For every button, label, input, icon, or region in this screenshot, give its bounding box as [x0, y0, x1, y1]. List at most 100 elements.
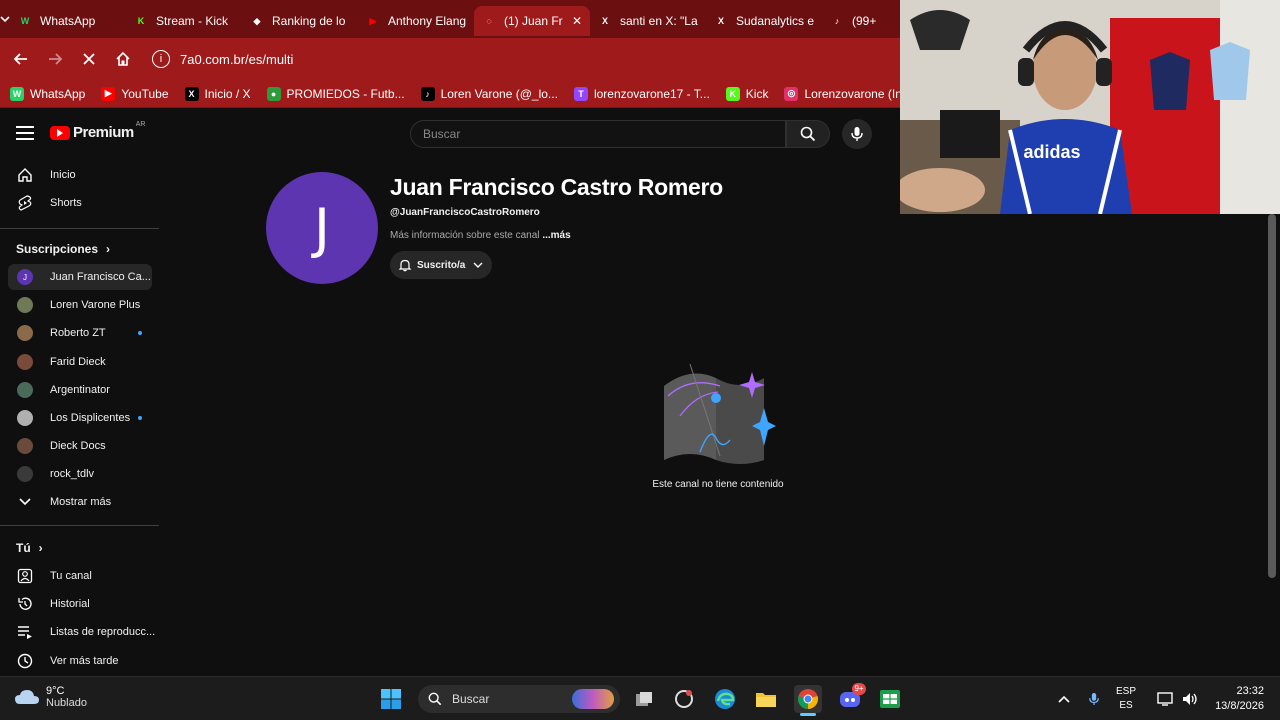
- volume-button[interactable]: [1176, 685, 1204, 713]
- channel-info-text: Más información sobre este canal: [390, 230, 540, 241]
- sidebar-item[interactable]: Inicio: [8, 162, 152, 188]
- menu-icon[interactable]: [16, 126, 34, 140]
- whatsapp-icon: W: [10, 86, 24, 101]
- you-header[interactable]: Tú ›: [16, 541, 43, 555]
- shorts-icon: [16, 194, 34, 212]
- sidebar-divider: [0, 228, 159, 229]
- back-button[interactable]: [4, 42, 38, 76]
- address-bar[interactable]: i 7a0.com.br/es/multi: [146, 43, 894, 75]
- home-button[interactable]: [106, 42, 140, 76]
- voice-search-button[interactable]: [842, 119, 872, 149]
- browser-tab[interactable]: X Sudanalytics e: [706, 6, 822, 36]
- new-content-dot: [138, 331, 142, 336]
- bookmark-label: YouTube: [121, 86, 169, 101]
- browser-tab[interactable]: ▶ Anthony Elang: [358, 6, 474, 36]
- bookmark-item[interactable]: W WhatsApp: [10, 86, 85, 101]
- active-app-indicator: [800, 713, 816, 716]
- sidebar-item[interactable]: rock_tdlv: [8, 461, 152, 487]
- subscriptions-label: Suscripciones: [16, 242, 99, 256]
- subscribed-button[interactable]: Suscrito/a: [390, 251, 492, 279]
- browser-tab[interactable]: K Stream - Kick: [126, 6, 242, 36]
- sidebar-item[interactable]: Ver más tarde: [8, 648, 152, 674]
- sidebar-item-label: Farid Dieck: [50, 355, 106, 368]
- sidebar-item[interactable]: Shorts: [8, 190, 152, 216]
- browser-tab[interactable]: Xsanti en X: "La: [590, 6, 706, 36]
- tab-title: Sudanalytics e: [736, 14, 814, 28]
- sidebar-item[interactable]: Loren Varone Plus: [8, 292, 152, 318]
- discord-notification-badge: 9+: [852, 683, 866, 695]
- tab-title: (1) Juan Fr: [504, 14, 563, 28]
- browser-tab[interactable]: W WhatsApp: [10, 6, 126, 36]
- browser-tab[interactable]: ◆ Ranking de lo: [242, 6, 358, 36]
- bookmark-item[interactable]: X Inicio / X: [184, 86, 251, 101]
- discord-button[interactable]: 9+: [836, 683, 866, 713]
- language-indicator[interactable]: ESP ES: [1116, 685, 1136, 713]
- app-snipping-button[interactable]: [670, 685, 698, 713]
- close-tab-icon[interactable]: ✕: [572, 14, 582, 28]
- sidebar-item-label: Listas de reproducc...: [50, 626, 156, 639]
- sidebar-item[interactable]: Argentinator: [8, 377, 152, 403]
- taskbar-search-label: Buscar: [452, 692, 490, 706]
- channel-avatar-icon: [16, 465, 34, 483]
- search-highlight-icon: [572, 689, 614, 709]
- tab-title: santi en X: "La: [620, 14, 698, 28]
- search-icon: [800, 126, 816, 142]
- youtube-sidebar: Inicio Shorts Suscripciones › J Juan Francisc…: [0, 160, 160, 676]
- sidebar-item[interactable]: Mostrar más: [8, 489, 152, 515]
- kick-icon: K: [725, 86, 740, 101]
- sidebar-item-label: Juan Francisco Ca...: [50, 271, 151, 283]
- channel-avatar-icon: [16, 296, 34, 314]
- file-explorer-button[interactable]: [752, 685, 780, 713]
- clock[interactable]: 23:32 13/8/2026: [1206, 684, 1264, 714]
- taskbar-search[interactable]: Buscar: [418, 685, 620, 713]
- microphone-status-button[interactable]: [1080, 685, 1108, 713]
- show-hidden-icons-button[interactable]: [1050, 685, 1078, 713]
- youtube-premium-logo[interactable]: Premium AR: [50, 121, 145, 141]
- channel-more-link[interactable]: ...más: [542, 230, 570, 241]
- site-info-icon[interactable]: i: [152, 50, 170, 68]
- weather-widget[interactable]: 9°C Nublado: [14, 685, 87, 709]
- channel-info[interactable]: Más información sobre este canal ...más: [390, 230, 571, 241]
- bookmark-item[interactable]: K Kick: [725, 86, 768, 101]
- bookmark-item[interactable]: ♪ Loren Varone (@_lo...: [420, 86, 558, 101]
- bell-icon: [398, 259, 412, 272]
- bookmark-item[interactable]: Tlorenzovarone17 - T...: [573, 86, 710, 101]
- sidebar-item[interactable]: Roberto ZT: [8, 320, 152, 346]
- sidebar-item[interactable]: Dieck Docs: [8, 433, 152, 459]
- chrome-button[interactable]: [794, 685, 822, 716]
- chrome-icon: [798, 689, 818, 709]
- sidebar-item[interactable]: Los Displicentes: [8, 405, 152, 431]
- bookmark-item[interactable]: ▶ YouTube: [101, 86, 169, 101]
- subscriptions-header[interactable]: Suscripciones ›: [16, 242, 110, 256]
- chevron-down-icon: [16, 493, 34, 511]
- tab-search-chevron-icon[interactable]: [0, 0, 10, 38]
- tab-title: Anthony Elang: [388, 14, 466, 28]
- search-icon: [428, 692, 442, 706]
- bookmark-item[interactable]: ● PROMIEDOS - Futb...: [266, 86, 405, 101]
- excel-button[interactable]: [876, 685, 904, 713]
- stop-loading-button[interactable]: [72, 42, 106, 76]
- forward-button[interactable]: [38, 42, 72, 76]
- search-input[interactable]: Buscar: [410, 120, 786, 148]
- diamond-icon: ◆: [253, 15, 261, 26]
- sidebar-item[interactable]: Farid Dieck: [8, 349, 152, 375]
- sidebar-item[interactable]: Listas de reproducc...: [8, 619, 156, 645]
- logo-text: Premium: [73, 124, 134, 141]
- edge-button[interactable]: [711, 685, 739, 713]
- sidebar-divider: [0, 525, 159, 526]
- task-view-button[interactable]: [630, 685, 658, 713]
- chevron-down-icon: [473, 262, 483, 268]
- cloud-icon: [15, 690, 39, 704]
- tab-title: Stream - Kick: [156, 14, 229, 28]
- search-button[interactable]: [786, 120, 830, 148]
- browser-tab[interactable]: ◌ (1) Juan Fr ✕: [474, 6, 590, 36]
- start-button[interactable]: [377, 685, 405, 713]
- page-scrollbar[interactable]: [1268, 214, 1276, 578]
- sidebar-item[interactable]: J Juan Francisco Ca...: [8, 264, 152, 290]
- weather-description: Nublado: [46, 697, 87, 709]
- channel-avatar-icon: [16, 324, 34, 342]
- sidebar-item[interactable]: Tu canal: [8, 563, 152, 589]
- sidebar-item[interactable]: Historial: [8, 591, 152, 617]
- subscribed-label: Suscrito/a: [417, 259, 466, 271]
- sidebar-item-label: Inicio: [50, 169, 76, 181]
